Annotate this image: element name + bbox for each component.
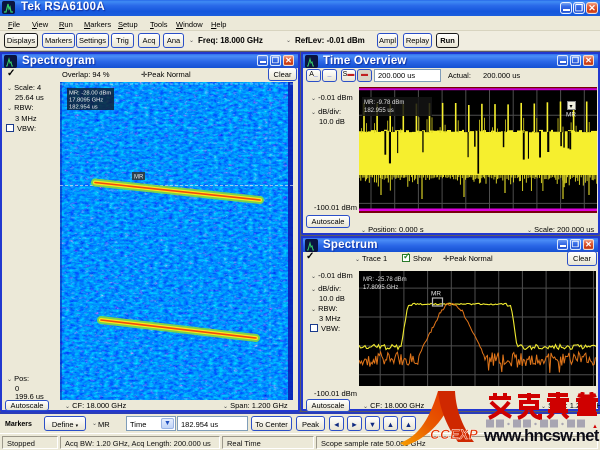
svg-text:MR: MR — [566, 112, 576, 119]
svg-text:17.8095 GHz: 17.8095 GHz — [69, 98, 103, 104]
svg-text:MR: -28.00 dBm: MR: -28.00 dBm — [69, 91, 111, 97]
svg-text:17.8095 GHz: 17.8095 GHz — [363, 285, 398, 291]
svg-text:MR: MR — [134, 175, 144, 181]
svg-text:▾: ▾ — [570, 104, 573, 110]
svg-text:182.954 us: 182.954 us — [69, 105, 98, 111]
svg-text:182.955 us: 182.955 us — [364, 108, 394, 114]
svg-text:MR: -9.78 dBm: MR: -9.78 dBm — [364, 100, 404, 106]
svg-text:CCEXP: CCEXP — [430, 427, 479, 442]
svg-text:MR: -25.78 dBm: MR: -25.78 dBm — [363, 277, 407, 283]
svg-text:MR: MR — [431, 291, 441, 298]
